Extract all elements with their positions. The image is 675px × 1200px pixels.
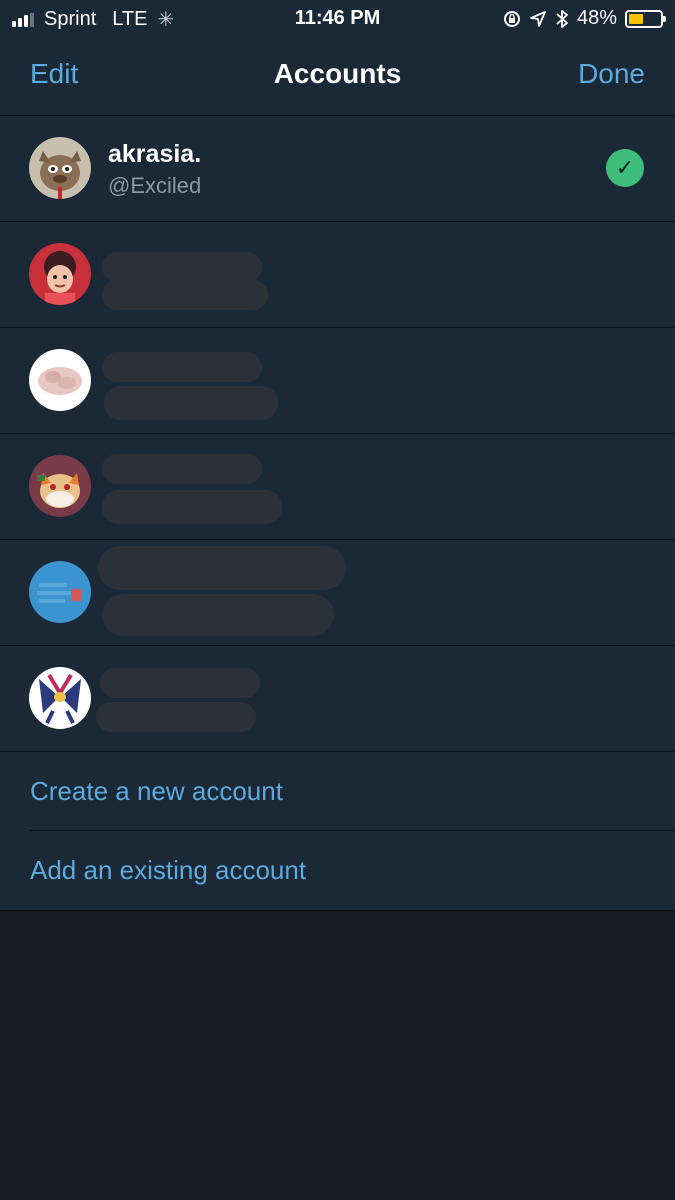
create-account-label: Create a new account [30,776,283,806]
nav-bar: Edit Accounts Done [0,38,675,116]
account-row[interactable]: akrasia. @Exciled ✓ [0,116,675,222]
redacted-handle [96,702,256,732]
status-right: 48% [503,7,666,30]
account-row[interactable] [0,328,675,434]
redacted-name [102,454,262,484]
accounts-list: akrasia. @Exciled ✓ Create a new account… [0,116,675,911]
redacted-handle [102,594,334,636]
avatar [29,455,91,517]
account-row[interactable] [0,434,675,540]
battery-fill [629,13,643,24]
battery-icon [625,9,666,28]
account-row[interactable] [0,222,675,328]
avatar [29,349,91,411]
redacted-handle [102,280,268,310]
bluetooth-icon [556,9,568,28]
redacted-name [98,546,346,590]
add-existing-account-label: Add an existing account [30,855,307,885]
avatar [29,137,91,199]
redacted-name [102,352,262,382]
location-arrow-icon [530,10,546,27]
checkmark-icon: ✓ [606,149,644,187]
account-handle: @Exciled [108,173,202,198]
orientation-lock-icon [503,10,520,27]
redacted-name [102,252,262,282]
redacted-handle [102,490,282,524]
redacted-handle [104,386,278,420]
add-existing-account-button[interactable]: Add an existing account [0,831,675,911]
create-account-button[interactable]: Create a new account [0,752,675,831]
account-row[interactable] [0,646,675,752]
done-button[interactable]: Done [578,58,645,90]
battery-percent: 48% [576,7,617,29]
page-title: Accounts [273,58,402,89]
avatar [29,667,91,729]
account-name: akrasia. [108,140,202,168]
account-row[interactable] [0,540,675,646]
redacted-name [100,668,260,698]
avatar [29,243,91,305]
status-bar: Sprint LTE ✳ 11:46 PM 48% [0,0,675,38]
avatar [29,561,91,623]
